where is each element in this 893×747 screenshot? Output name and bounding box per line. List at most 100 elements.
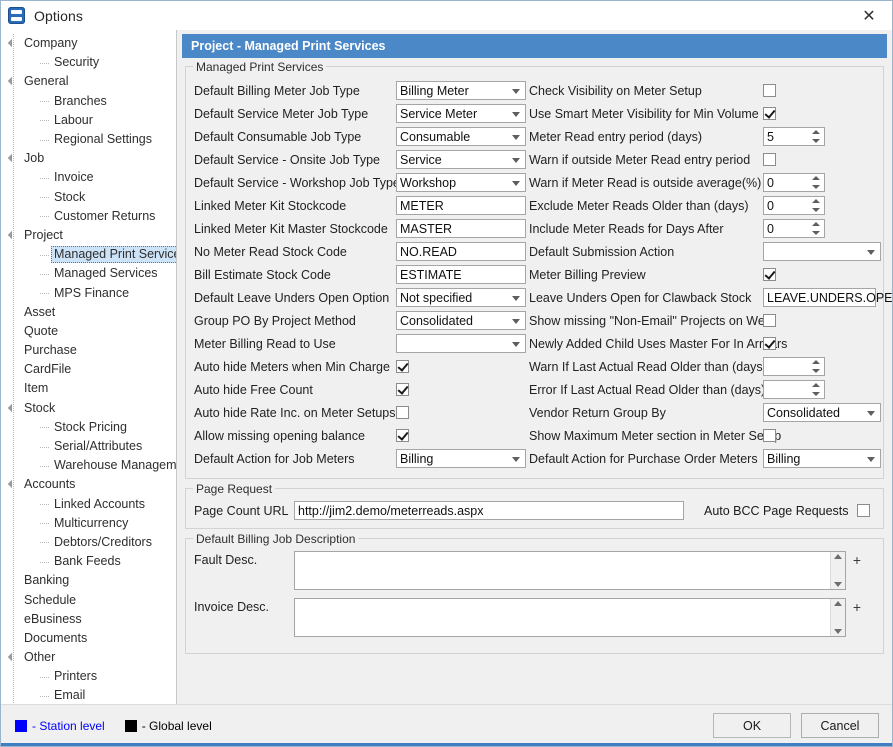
allow-missing-opening-balance-checkbox[interactable] <box>396 429 409 442</box>
sidebar-item-stock[interactable]: Stock <box>1 188 176 207</box>
stepper-arrows-icon[interactable] <box>812 176 820 191</box>
meter-read-entry-period-days-stepper[interactable]: 5 <box>763 127 825 146</box>
cancel-button[interactable]: Cancel <box>801 713 879 738</box>
sidebar-item-multicurrency[interactable]: Multicurrency <box>1 514 176 533</box>
chevron-down-icon[interactable] <box>512 89 520 94</box>
stepper-arrows-icon[interactable] <box>812 130 820 145</box>
warn-if-meter-read-is-outside-average-stepper[interactable]: 0 <box>763 173 825 192</box>
auto-hide-rate-inc-on-meter-setups-checkbox[interactable] <box>396 406 409 419</box>
default-service-meter-job-type-dropdown[interactable]: Service Meter <box>396 104 526 123</box>
sidebar-item-printers[interactable]: Printers <box>1 667 176 686</box>
settings-tree[interactable]: CompanySecurityGeneralBranchesLabourRegi… <box>1 30 177 704</box>
sidebar-item-stock[interactable]: Stock <box>1 399 176 418</box>
scroll-down-icon[interactable] <box>834 629 842 634</box>
use-smart-meter-visibility-for-min-volume-checkbox[interactable] <box>763 107 776 120</box>
vendor-return-group-by-dropdown[interactable]: Consolidated <box>763 403 881 422</box>
sidebar-item-other[interactable]: Other <box>1 648 176 667</box>
default-action-for-purchase-order-meters-dropdown[interactable]: Billing <box>763 449 881 468</box>
linked-meter-kit-master-stockcode-input[interactable]: MASTER <box>396 219 526 238</box>
sidebar-item-accounts[interactable]: Accounts <box>1 475 176 494</box>
warn-if-last-actual-read-older-than-days-stepper[interactable] <box>763 357 825 376</box>
leave-unders-open-for-clawback-stock-input[interactable]: LEAVE.UNDERS.OPEN <box>763 288 876 307</box>
stepper-arrows-icon[interactable] <box>812 383 820 398</box>
scroll-down-icon[interactable] <box>834 582 842 587</box>
sidebar-item-job[interactable]: Job <box>1 149 176 168</box>
chevron-down-icon[interactable] <box>867 457 875 462</box>
show-missing-non-email-projects-on-web-checkbox[interactable] <box>763 314 776 327</box>
default-billing-meter-job-type-dropdown[interactable]: Billing Meter <box>396 81 526 100</box>
sidebar-item-banking[interactable]: Banking <box>1 571 176 590</box>
group-po-by-project-method-dropdown[interactable]: Consolidated <box>396 311 526 330</box>
default-submission-action-dropdown[interactable] <box>763 242 881 261</box>
sidebar-item-branches[interactable]: Branches <box>1 92 176 111</box>
invoice-desc-textarea[interactable] <box>294 598 846 637</box>
fault-desc-textarea[interactable] <box>294 551 846 590</box>
meter-billing-read-to-use-dropdown[interactable] <box>396 334 526 353</box>
invoice-desc-add-button[interactable]: + <box>849 598 865 637</box>
include-meter-reads-for-days-after-stepper[interactable]: 0 <box>763 219 825 238</box>
auto-hide-free-count-checkbox[interactable] <box>396 383 409 396</box>
sidebar-item-mps-finance[interactable]: MPS Finance <box>1 283 176 302</box>
default-service-workshop-job-type-dropdown[interactable]: Workshop <box>396 173 526 192</box>
newly-added-child-uses-master-for-in-arrears-checkbox[interactable] <box>763 337 776 350</box>
sidebar-item-stock-pricing[interactable]: Stock Pricing <box>1 418 176 437</box>
sidebar-item-managed-services[interactable]: Managed Services <box>1 264 176 283</box>
sidebar-item-ebusiness[interactable]: eBusiness <box>1 610 176 629</box>
sidebar-item-serial-attributes[interactable]: Serial/Attributes <box>1 437 176 456</box>
chevron-down-icon[interactable] <box>512 342 520 347</box>
sidebar-item-cardfile[interactable]: CardFile <box>1 360 176 379</box>
default-action-for-job-meters-dropdown[interactable]: Billing <box>396 449 526 468</box>
error-if-last-actual-read-older-than-days-stepper[interactable] <box>763 380 825 399</box>
chevron-down-icon[interactable] <box>867 250 875 255</box>
stepper-arrows-icon[interactable] <box>812 199 820 214</box>
sidebar-item-purchase[interactable]: Purchase <box>1 341 176 360</box>
sidebar-item-linked-accounts[interactable]: Linked Accounts <box>1 495 176 514</box>
warn-if-outside-meter-read-entry-period-checkbox[interactable] <box>763 153 776 166</box>
default-consumable-job-type-dropdown[interactable]: Consumable <box>396 127 526 146</box>
sidebar-item-email[interactable]: Email <box>1 686 176 704</box>
chevron-down-icon[interactable] <box>867 411 875 416</box>
scroll-up-icon[interactable] <box>834 601 842 606</box>
default-service-onsite-job-type-dropdown[interactable]: Service <box>396 150 526 169</box>
stepper-arrows-icon[interactable] <box>812 360 820 375</box>
bill-estimate-stock-code-input[interactable]: ESTIMATE <box>396 265 526 284</box>
auto-bcc-checkbox[interactable] <box>857 504 870 517</box>
sidebar-item-regional-settings[interactable]: Regional Settings <box>1 130 176 149</box>
ok-button[interactable]: OK <box>713 713 791 738</box>
sidebar-item-managed-print-services[interactable]: Managed Print Services <box>1 245 176 264</box>
sidebar-item-documents[interactable]: Documents <box>1 629 176 648</box>
default-leave-unders-open-option-dropdown[interactable]: Not specified <box>396 288 526 307</box>
chevron-down-icon[interactable] <box>512 112 520 117</box>
fault-desc-scrollbar[interactable] <box>830 552 845 589</box>
chevron-down-icon[interactable] <box>512 319 520 324</box>
close-icon[interactable]: ✕ <box>846 1 892 30</box>
chevron-down-icon[interactable] <box>512 457 520 462</box>
sidebar-item-labour[interactable]: Labour <box>1 111 176 130</box>
check-visibility-on-meter-setup-checkbox[interactable] <box>763 84 776 97</box>
chevron-down-icon[interactable] <box>512 158 520 163</box>
fault-desc-add-button[interactable]: + <box>849 551 865 590</box>
scroll-up-icon[interactable] <box>834 554 842 559</box>
sidebar-item-bank-feeds[interactable]: Bank Feeds <box>1 552 176 571</box>
sidebar-item-general[interactable]: General <box>1 72 176 91</box>
sidebar-item-item[interactable]: Item <box>1 379 176 398</box>
sidebar-item-company[interactable]: Company <box>1 34 176 53</box>
chevron-down-icon[interactable] <box>512 181 520 186</box>
sidebar-item-warehouse-management[interactable]: Warehouse Management <box>1 456 176 475</box>
auto-hide-meters-when-min-charge-checkbox[interactable] <box>396 360 409 373</box>
sidebar-item-customer-returns[interactable]: Customer Returns <box>1 207 176 226</box>
invoice-desc-scrollbar[interactable] <box>830 599 845 636</box>
linked-meter-kit-stockcode-input[interactable]: METER <box>396 196 526 215</box>
show-maximum-meter-section-in-meter-setup-checkbox[interactable] <box>763 429 776 442</box>
meter-billing-preview-checkbox[interactable] <box>763 268 776 281</box>
no-meter-read-stock-code-input[interactable]: NO.READ <box>396 242 526 261</box>
chevron-down-icon[interactable] <box>512 296 520 301</box>
sidebar-item-security[interactable]: Security <box>1 53 176 72</box>
sidebar-item-project[interactable]: Project <box>1 226 176 245</box>
sidebar-item-asset[interactable]: Asset <box>1 303 176 322</box>
stepper-arrows-icon[interactable] <box>812 222 820 237</box>
sidebar-item-invoice[interactable]: Invoice <box>1 168 176 187</box>
page-count-url-input[interactable]: http://jim2.demo/meterreads.aspx <box>294 501 684 520</box>
sidebar-item-debtors-creditors[interactable]: Debtors/Creditors <box>1 533 176 552</box>
chevron-down-icon[interactable] <box>512 135 520 140</box>
